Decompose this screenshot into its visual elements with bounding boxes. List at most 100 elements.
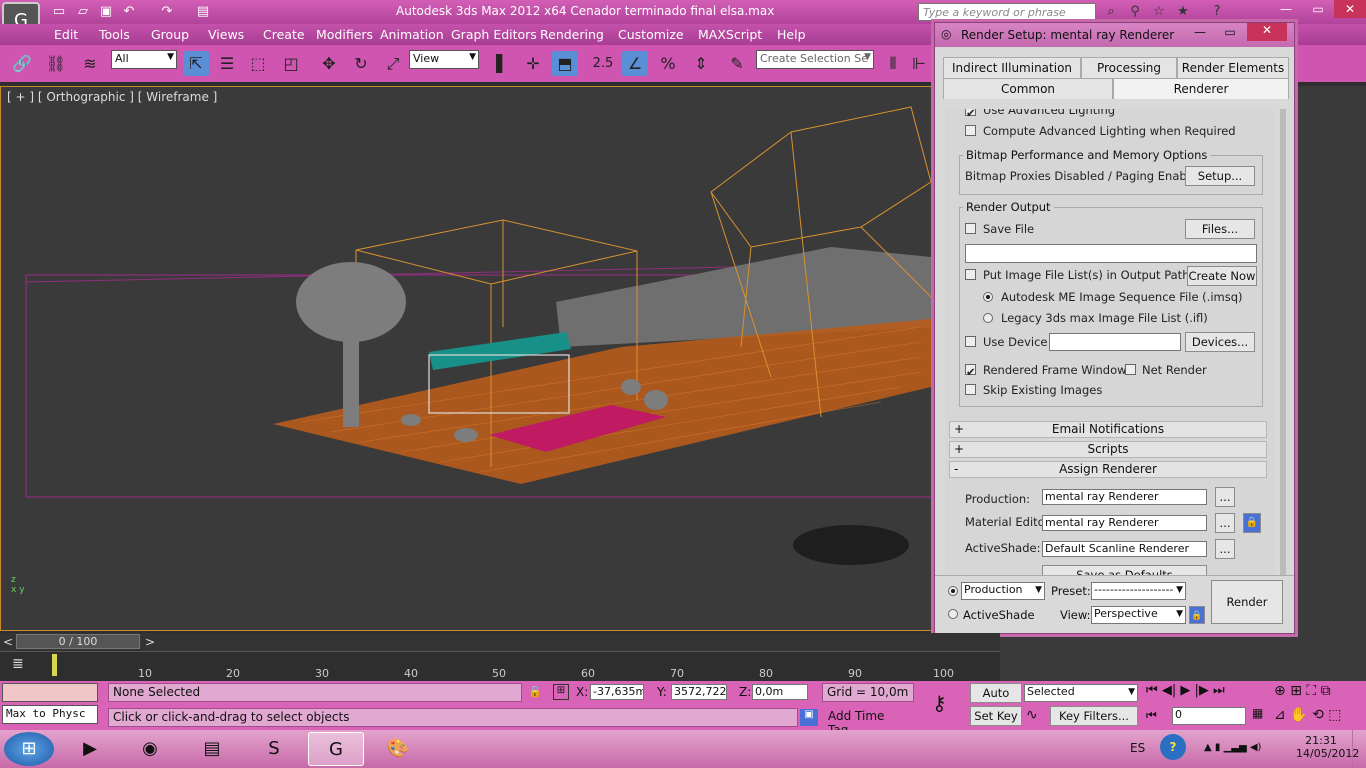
menu-group[interactable]: Group: [151, 27, 189, 42]
tab-common[interactable]: Common: [943, 78, 1113, 99]
move-icon[interactable]: ✥: [316, 51, 342, 76]
tab-renderer[interactable]: Renderer: [1113, 78, 1289, 99]
minimize-button[interactable]: —: [1270, 0, 1302, 18]
next-frame-icon[interactable]: |▶: [1195, 683, 1209, 698]
skype-icon[interactable]: S: [246, 732, 302, 766]
menu-help[interactable]: Help: [777, 27, 806, 42]
help-icon[interactable]: ?: [1208, 3, 1226, 20]
snaps-toggle-icon[interactable]: 2.5: [590, 51, 616, 76]
view-dropdown[interactable]: Perspective ▼: [1091, 606, 1186, 624]
rendered-frame-checkbox[interactable]: ✔: [965, 364, 976, 379]
angle-snap-icon[interactable]: ∠: [622, 51, 648, 76]
zoom-extents-icon[interactable]: ⛶: [1306, 683, 1316, 699]
pivot-center-icon[interactable]: ▐: [483, 51, 509, 76]
clock[interactable]: 21:31 14/05/2012: [1296, 734, 1359, 760]
scale-icon[interactable]: ⤢: [380, 51, 406, 76]
mini-curve-editor-icon[interactable]: ≣: [12, 656, 24, 672]
show-desktop-button[interactable]: [1352, 730, 1366, 768]
pan-icon[interactable]: ✋: [1290, 707, 1307, 723]
explorer-icon[interactable]: ▤: [184, 732, 240, 766]
time-tag-icon[interactable]: ▣: [800, 709, 818, 726]
bind-space-warp-icon[interactable]: ≋: [77, 51, 103, 76]
dialog-close-button[interactable]: ✕: [1247, 23, 1287, 41]
selection-filter-dropdown[interactable]: All ▼: [111, 50, 177, 69]
maximize-button[interactable]: ▭: [1302, 0, 1334, 18]
create-now-button[interactable]: Create Now: [1187, 266, 1257, 286]
output-path-field[interactable]: [965, 244, 1257, 263]
zoom-all-icon[interactable]: ⊞: [1290, 683, 1302, 699]
rollout-email-notifications[interactable]: + Email Notifications: [949, 421, 1267, 438]
window-crossing-icon[interactable]: ◰: [278, 51, 304, 76]
chrome-icon[interactable]: ◉: [122, 732, 178, 766]
media-center-icon[interactable]: ▶: [62, 732, 118, 766]
rollout-scripts[interactable]: + Scripts: [949, 441, 1267, 458]
select-manipulate-icon[interactable]: ✛: [520, 51, 546, 76]
unlink-icon[interactable]: ⛓: [43, 51, 69, 76]
tab-render-elements[interactable]: Render Elements: [1177, 57, 1289, 78]
reference-coordinate-dropdown[interactable]: View ▼: [409, 50, 479, 69]
rectangular-selection-icon[interactable]: ⬚: [245, 51, 271, 76]
skip-existing-checkbox[interactable]: [965, 384, 976, 395]
z-coordinate-field[interactable]: 0,0m: [752, 684, 808, 700]
help-alert-icon[interactable]: ?: [1160, 734, 1186, 760]
key-mode-toggle-icon[interactable]: ⏮: [1146, 708, 1157, 723]
x-coordinate-field[interactable]: -37,635m: [590, 684, 644, 700]
save-file-checkbox[interactable]: [965, 223, 976, 234]
menu-graph-editors[interactable]: Graph Editors: [451, 27, 537, 42]
net-render-checkbox[interactable]: [1125, 364, 1136, 375]
dialog-scroll-body[interactable]: ✔ Use Advanced Lighting Compute Advanced…: [945, 109, 1275, 575]
time-slider-prev-icon[interactable]: <: [3, 635, 13, 649]
project-folder-icon[interactable]: ▤: [194, 3, 212, 20]
menu-tools[interactable]: Tools: [99, 27, 130, 42]
link-icon[interactable]: 🔗: [9, 51, 35, 76]
menu-create[interactable]: Create: [263, 27, 305, 42]
keyboard-shortcut-override-icon[interactable]: ⬒: [552, 51, 578, 76]
show-hidden-icon[interactable]: ▲: [1204, 742, 1212, 753]
close-button[interactable]: ✕: [1334, 0, 1366, 18]
menu-modifiers[interactable]: Modifiers: [316, 27, 373, 42]
put-image-checkbox[interactable]: [965, 269, 976, 280]
3ds-max-taskbar-icon[interactable]: G: [308, 732, 364, 766]
mirror-icon[interactable]: ⫴: [880, 51, 906, 76]
favorites-icon[interactable]: ☆: [1150, 3, 1168, 20]
current-frame-marker[interactable]: [52, 654, 57, 676]
tab-processing[interactable]: Processing: [1081, 57, 1177, 78]
render-button[interactable]: Render: [1211, 580, 1283, 624]
named-selection-sets-dropdown[interactable]: Create Selection Se ▼: [756, 50, 874, 69]
binoculars-icon[interactable]: ⌕: [1102, 3, 1120, 20]
dialog-minimize-button[interactable]: —: [1185, 25, 1215, 39]
select-by-name-icon[interactable]: ☰: [214, 51, 240, 76]
align-icon[interactable]: ⊩: [906, 51, 932, 76]
time-slider[interactable]: < 0 / 100 >: [0, 633, 1000, 651]
play-icon[interactable]: ▶: [1180, 683, 1190, 698]
menu-customize[interactable]: Customize: [618, 27, 684, 42]
compute-advanced-checkbox[interactable]: [965, 125, 976, 136]
maximize-viewport-icon[interactable]: ⬚: [1328, 707, 1341, 723]
lock-icon[interactable]: 🔒: [1243, 513, 1261, 533]
activeshade-mode-radio[interactable]: [948, 609, 958, 619]
use-advanced-lighting-checkbox[interactable]: ✔: [965, 109, 976, 120]
set-key-icon[interactable]: ⚷: [932, 691, 947, 715]
search-input[interactable]: Type a keyword or phrase: [918, 3, 1096, 21]
y-coordinate-field[interactable]: 3572,722m: [671, 684, 727, 700]
zoom-extents-all-icon[interactable]: ⧉: [1321, 683, 1331, 699]
volume-icon[interactable]: ◀): [1250, 742, 1262, 753]
time-slider-thumb[interactable]: 0 / 100: [16, 634, 140, 649]
setup-button[interactable]: Setup...: [1185, 166, 1255, 186]
view-lock-icon[interactable]: 🔒: [1189, 606, 1205, 624]
files-button[interactable]: Files...: [1185, 219, 1255, 239]
menu-edit[interactable]: Edit: [54, 27, 78, 42]
production-mode-dropdown[interactable]: Production ▼: [961, 582, 1045, 600]
production-mode-radio[interactable]: [948, 586, 958, 596]
viewport-orthographic[interactable]: [ + ] [ Orthographic ] [ Wireframe ] z x…: [0, 86, 1000, 631]
production-renderer-field[interactable]: mental ray Renderer: [1042, 489, 1207, 505]
time-config-icon[interactable]: ▦: [1252, 706, 1263, 720]
language-indicator[interactable]: ES: [1130, 741, 1145, 755]
open-icon[interactable]: ▱: [74, 3, 92, 20]
field-of-view-icon[interactable]: ⊿: [1274, 707, 1286, 723]
dialog-scrollbar[interactable]: [1280, 109, 1286, 575]
paint-icon[interactable]: 🎨: [370, 732, 426, 766]
activeshade-renderer-field[interactable]: Default Scanline Renderer: [1042, 541, 1207, 557]
communication-icon[interactable]: ⚲: [1126, 3, 1144, 20]
start-button[interactable]: ⊞: [4, 732, 54, 766]
